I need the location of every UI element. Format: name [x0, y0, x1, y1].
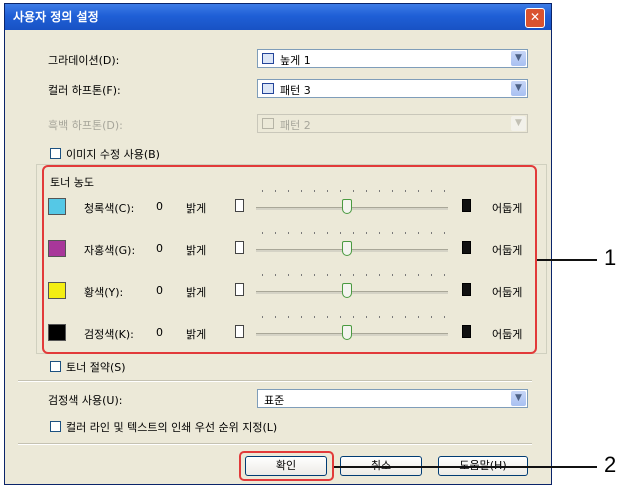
dark-icon	[462, 199, 471, 212]
yellow-slider-thumb[interactable]	[342, 283, 352, 298]
color-halftone-label: 컬러 하프톤(F):	[48, 84, 121, 97]
priority-label: 컬러 라인 및 텍스트의 인쇄 우선 순위 지정(L)	[66, 421, 278, 434]
cyan-slider-thumb[interactable]	[342, 199, 352, 214]
yellow-slider-track[interactable]	[256, 291, 448, 294]
yellow-light-label: 밝게	[186, 286, 207, 299]
close-button[interactable]: ✕	[525, 8, 545, 28]
magenta-value: 0	[156, 242, 163, 255]
toner-save-label: 토너 절약(S)	[66, 361, 126, 374]
cyan-ticks	[262, 190, 446, 192]
magenta-ticks	[262, 232, 446, 234]
cyan-swatch	[48, 198, 66, 215]
callout-number-1: 1	[604, 245, 617, 270]
black-use-select[interactable]: 표준 ▼	[257, 389, 528, 408]
yellow-swatch	[48, 282, 66, 299]
yellow-label: 황색(Y):	[84, 286, 124, 299]
magenta-label: 자홍색(G):	[84, 244, 136, 257]
light-icon	[235, 283, 244, 296]
title-bar: 사용자 정의 설정 ✕	[5, 4, 551, 30]
mono-halftone-label: 흑백 하프톤(D):	[48, 119, 123, 132]
magenta-light-label: 밝게	[186, 244, 207, 257]
toner-save-checkbox[interactable]	[50, 361, 61, 372]
black-slider-thumb[interactable]	[342, 325, 352, 340]
black-ticks	[262, 316, 446, 318]
gradation-label: 그라데이션(D):	[48, 54, 120, 67]
dark-icon	[462, 325, 471, 338]
light-icon	[235, 199, 244, 212]
mono-halftone-select: 패턴 2 ▼	[257, 114, 528, 133]
image-correction-label: 이미지 수정 사용(B)	[66, 148, 160, 161]
ok-button-highlight	[239, 451, 334, 481]
halftone-icon	[262, 118, 274, 129]
magenta-slider-thumb[interactable]	[342, 241, 352, 256]
image-correction-checkbox[interactable]	[50, 148, 61, 159]
cyan-light-label: 밝게	[186, 202, 207, 215]
magenta-dark-label: 어둡게	[492, 244, 523, 257]
light-icon	[235, 325, 244, 338]
chevron-down-icon[interactable]: ▼	[511, 81, 526, 96]
gradation-select[interactable]: 높게 1 ▼	[257, 49, 528, 68]
chevron-down-icon: ▼	[511, 116, 526, 131]
magenta-swatch	[48, 240, 66, 257]
halftone-icon	[262, 83, 274, 94]
black-light-label: 밝게	[186, 328, 207, 341]
cyan-dark-label: 어둡게	[492, 202, 523, 215]
black-slider-track[interactable]	[256, 333, 448, 336]
magenta-slider-track[interactable]	[256, 249, 448, 252]
cyan-slider-track[interactable]	[256, 207, 448, 210]
black-use-value: 표준	[264, 394, 285, 407]
dark-icon	[462, 241, 471, 254]
color-halftone-value: 패턴 3	[280, 84, 311, 97]
callout-number-2: 2	[604, 452, 617, 477]
black-label: 검정색(K):	[84, 328, 134, 341]
separator	[18, 380, 532, 382]
callout-line-2	[334, 466, 597, 468]
mono-halftone-value: 패턴 2	[280, 119, 311, 132]
cyan-value: 0	[156, 200, 163, 213]
callout-line-1	[537, 259, 597, 261]
gradation-value: 높게 1	[280, 54, 311, 67]
yellow-dark-label: 어둡게	[492, 286, 523, 299]
priority-checkbox[interactable]	[50, 421, 61, 432]
chevron-down-icon[interactable]: ▼	[511, 391, 526, 406]
gradation-icon	[262, 53, 274, 64]
black-value: 0	[156, 326, 163, 339]
dark-icon	[462, 283, 471, 296]
cyan-label: 청록색(C):	[84, 202, 135, 215]
yellow-ticks	[262, 274, 446, 276]
light-icon	[235, 241, 244, 254]
chevron-down-icon[interactable]: ▼	[511, 51, 526, 66]
black-swatch	[48, 324, 66, 341]
dialog-title: 사용자 정의 설정	[13, 10, 99, 24]
color-halftone-select[interactable]: 패턴 3 ▼	[257, 79, 528, 98]
separator	[18, 443, 532, 445]
yellow-value: 0	[156, 284, 163, 297]
black-use-label: 검정색 사용(U):	[48, 394, 123, 407]
black-dark-label: 어둡게	[492, 328, 523, 341]
